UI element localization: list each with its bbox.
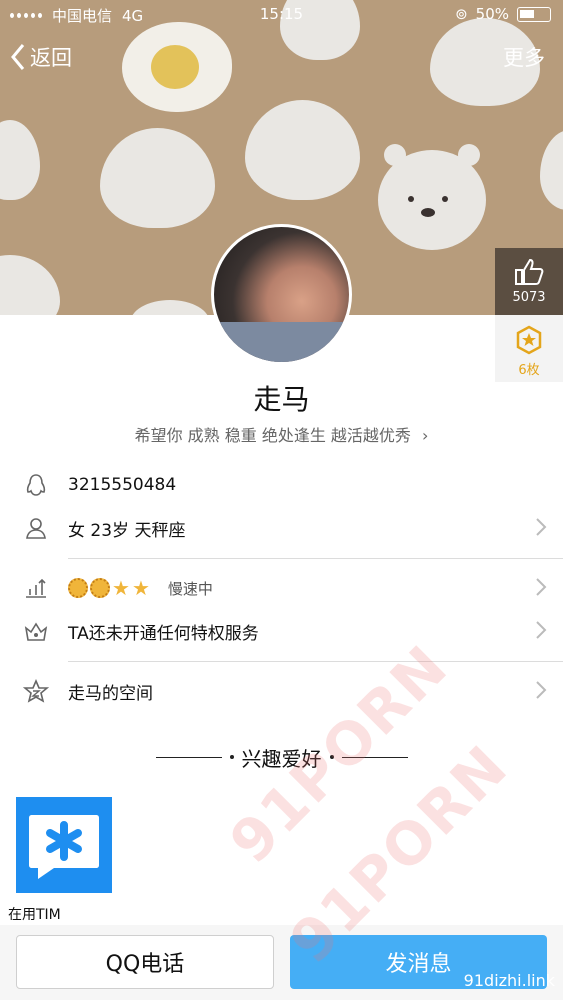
profile-name: 走马 [253,383,310,416]
rotation-lock-icon: ⊚ [455,5,468,23]
level-speed: 慢速中 [167,579,213,598]
back-label: 返回 [30,46,72,70]
crown-icon [18,620,54,642]
tim-app-icon[interactable] [16,797,112,893]
like-button[interactable]: 5073 [495,248,563,315]
medal-icon [516,325,542,355]
back-button[interactable]: 返回 [10,42,72,72]
top-nav: 返回 更多 [0,42,563,74]
privilege-row[interactable]: TA还未开通任何特权服务 [0,610,563,652]
basic-info: 女 23岁 天秤座 [68,520,186,541]
signature-text: 希望你 成熟 稳重 绝处逢生 越活越优秀 [134,426,411,445]
avatar[interactable] [211,224,352,365]
qzone-star-icon [18,679,54,703]
status-bar: 中国电信 4G 15:15 ⊚ 50% [0,0,563,30]
like-count: 5073 [512,290,546,305]
watermark-url: 91dizhi.link [463,971,555,990]
qzone-row[interactable]: 走马的空间 [0,670,563,712]
more-button[interactable]: 更多 [503,42,545,72]
medal-button[interactable]: 6枚 [495,315,563,382]
level-chart-icon [18,577,54,599]
interests-header: 兴趣爱好 [0,742,563,772]
bear-pattern [378,144,486,250]
qq-number-row: 3215550484 [0,464,563,506]
chevron-right-icon: › [422,426,429,445]
tim-app-label: 在用TIM [8,907,61,923]
sun-icon [68,578,88,598]
sun-icon [90,578,110,598]
privilege-text: TA还未开通任何特权服务 [68,623,259,644]
qzone-label: 走马的空间 [68,683,153,704]
chevron-left-icon [11,44,25,70]
divider [68,558,563,559]
qq-number: 3215550484 [68,475,177,495]
signature[interactable]: 希望你 成熟 稳重 绝处逢生 越活越优秀 › [0,422,563,446]
level-badges: ★ ★ [68,578,150,598]
person-icon [18,516,54,540]
medal-count: 6枚 [518,363,540,378]
basic-info-row[interactable]: 女 23岁 天秤座 [0,507,563,549]
thumbs-up-icon [515,258,544,285]
interests-title: 兴趣爱好 [241,746,322,771]
chevron-right-icon [536,681,547,699]
battery-percent: 50% [475,5,509,23]
divider [68,661,563,662]
qq-call-button[interactable]: QQ电话 [16,935,274,989]
battery-icon [517,6,551,22]
level-row[interactable]: ★ ★ 慢速中 [0,567,563,609]
penguin-icon [18,473,54,497]
chevron-right-icon [536,578,547,596]
chevron-right-icon [536,518,547,536]
star-icon: ★ [112,576,130,600]
chevron-right-icon [536,621,547,639]
star-icon: ★ [131,576,150,600]
